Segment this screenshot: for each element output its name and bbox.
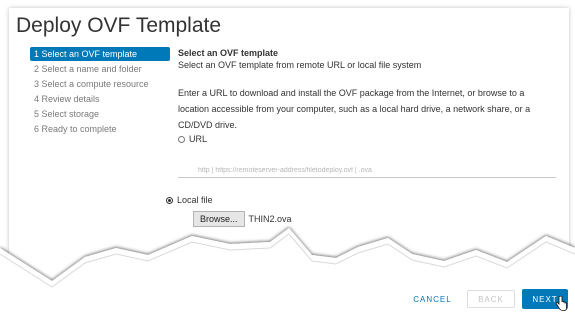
cancel-button[interactable]: CANCEL bbox=[405, 290, 460, 308]
file-picker: Browse... THIN2.ova bbox=[193, 211, 292, 227]
step-review-details[interactable]: 4 Review details bbox=[30, 92, 170, 106]
url-option[interactable]: URL bbox=[178, 133, 553, 145]
screen: Deploy OVF Template 1 Select an OVF temp… bbox=[0, 0, 575, 313]
local-file-option[interactable]: Local file bbox=[166, 194, 213, 206]
wizard-content: Select an OVF template Select an OVF tem… bbox=[178, 47, 553, 145]
dialog-title: Deploy OVF Template bbox=[16, 14, 222, 37]
local-file-option-label: Local file bbox=[177, 195, 213, 205]
content-heading: Select an OVF template bbox=[178, 48, 279, 58]
back-button[interactable]: BACK bbox=[467, 290, 515, 308]
step-select-storage[interactable]: 5 Select storage bbox=[30, 107, 170, 121]
local-file-radio-icon[interactable] bbox=[166, 196, 173, 204]
step-ready-to-complete[interactable]: 6 Ready to complete bbox=[30, 122, 170, 136]
wizard-steps: 1 Select an OVF template 2 Select a name… bbox=[30, 47, 170, 137]
step-select-compute-resource[interactable]: 3 Select a compute resource bbox=[30, 77, 170, 91]
url-radio-icon[interactable] bbox=[178, 135, 185, 143]
url-option-label: URL bbox=[189, 134, 208, 144]
step-select-ovf-template[interactable]: 1 Select an OVF template bbox=[30, 47, 170, 61]
content-subheading: Select an OVF template from remote URL o… bbox=[178, 60, 422, 70]
step-select-name-folder[interactable]: 2 Select a name and folder bbox=[30, 62, 170, 76]
selected-file-name: THIN2.ova bbox=[248, 214, 292, 224]
url-input[interactable] bbox=[178, 164, 556, 178]
hand-cursor-icon bbox=[555, 296, 567, 311]
content-description: Enter a URL to download and install the … bbox=[178, 88, 531, 130]
browse-button[interactable]: Browse... bbox=[193, 211, 245, 227]
